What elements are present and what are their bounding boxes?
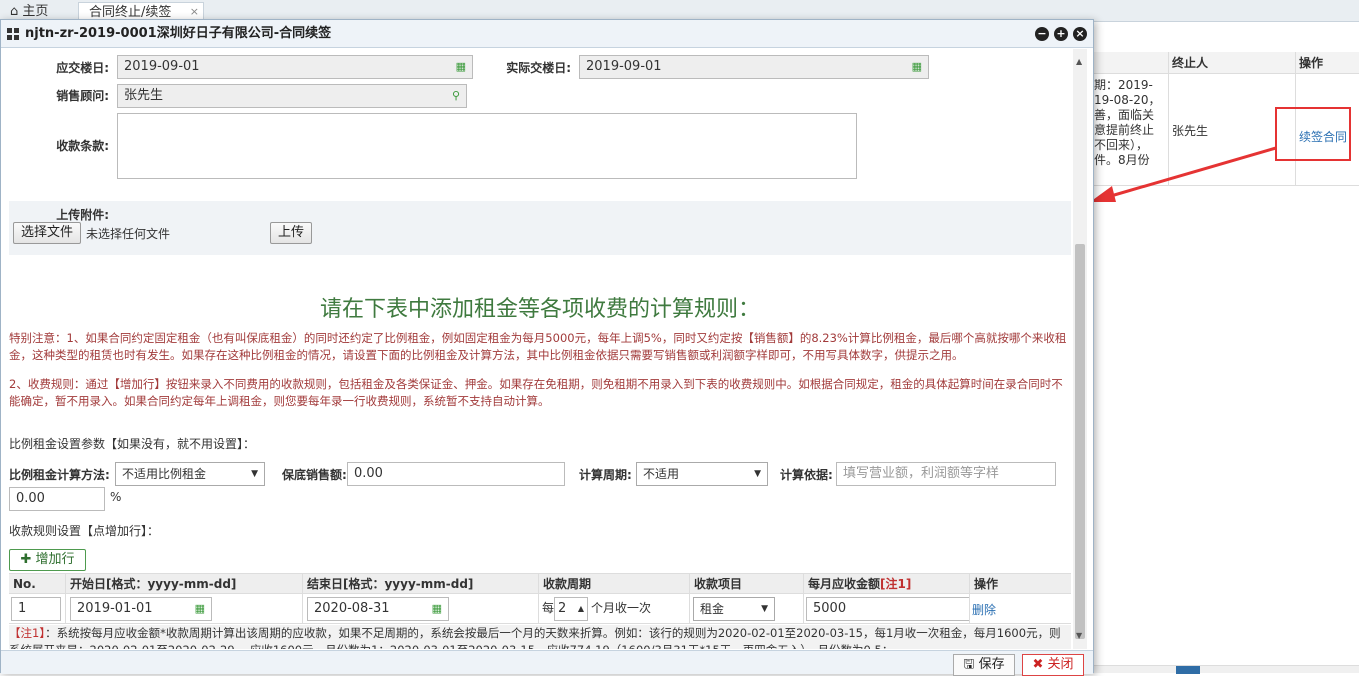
save-icon: 🖫	[963, 657, 979, 672]
calendar-icon[interactable]: ▦	[456, 56, 466, 78]
calc-basis-input[interactable]: 填写营业额，利润额等字样	[836, 462, 1056, 486]
rules-heading: 请在下表中添加租金等各项收费的计算规则：	[319, 297, 760, 322]
highlight-box	[1275, 107, 1351, 161]
due-handover-date-input[interactable]: 2019-09-01 ▦	[117, 55, 473, 79]
upload-button[interactable]: 上传	[270, 222, 312, 244]
header-cycle: 收款周期	[538, 574, 591, 595]
header-amount: 每月应收金额[注1]	[803, 574, 911, 595]
column-terminator: 终止人	[1172, 56, 1209, 70]
payment-terms-label: 收款条款:	[56, 139, 109, 153]
header-start-date: 开始日[格式：yyyy-mm-dd]	[65, 574, 236, 595]
close-icon[interactable]: ×	[1073, 27, 1087, 41]
table-row: 1 2019-01-01▦ 2020-08-31▦ 每 2▲ 个月收一次	[9, 594, 1071, 624]
scroll-down-icon[interactable]: ▼	[1076, 631, 1082, 640]
advisor-input[interactable]: 张先生 ⚲	[117, 84, 467, 108]
dialog-title: njtn-zr-2019-0001深圳好日子有限公司-合同续签	[25, 26, 332, 41]
cycle-months-stepper[interactable]: 2 ▲	[554, 597, 588, 621]
chevron-down-icon: ▼	[761, 604, 768, 614]
close-icon: ✖	[1032, 657, 1048, 672]
monthly-amount-input[interactable]: 5000	[806, 597, 970, 621]
scrollbar-thumb[interactable]	[1075, 244, 1085, 639]
minimize-icon[interactable]: −	[1035, 27, 1049, 41]
calc-period-label: 计算周期:	[579, 468, 632, 482]
rules-table-header: No. 开始日[格式：yyyy-mm-dd] 结束日[格式：yyyy-mm-dd…	[9, 573, 1071, 595]
calendar-icon[interactable]: ▦	[912, 56, 922, 78]
add-row-button[interactable]: ✚ 增加行	[9, 549, 86, 571]
header-action: 操作	[969, 574, 998, 595]
min-sales-label: 保底销售额:	[282, 468, 347, 482]
fee-item-select[interactable]: 租金 ▼	[693, 597, 775, 621]
header-no: No.	[13, 577, 36, 591]
calc-period-select[interactable]: 不适用 ▼	[636, 462, 768, 486]
calc-basis-label: 计算依据:	[780, 468, 833, 482]
note-2: 2、收费规则：通过【增加行】按钮来录入不同费用的收款规则，包括租金及各类保证金、…	[9, 377, 1063, 408]
calendar-icon[interactable]: ▦	[195, 598, 205, 620]
plus-icon: ✚	[20, 552, 36, 567]
chevron-down-icon: ▼	[251, 469, 258, 479]
header-item: 收款项目	[689, 574, 742, 595]
end-date-input[interactable]: 2020-08-31 ▦	[307, 597, 449, 621]
background-pagination	[1094, 665, 1359, 674]
upload-label: 上传附件:	[56, 208, 109, 222]
column-action: 操作	[1299, 56, 1324, 70]
note-1: 特别注意：1、如果合同约定固定租金（也有叫保底租金）的同时还约定了比例租金，例如…	[9, 331, 1067, 362]
choose-file-button[interactable]: 选择文件	[13, 222, 81, 244]
dialog-footer: 🖫 保存 ✖ 关闭	[1, 650, 1093, 676]
payment-terms-textarea[interactable]	[117, 113, 857, 179]
annotation-arrow	[1090, 146, 1277, 202]
dialog-content: 应交楼日: 2019-09-01 ▦ 实际交楼日: 2019-09-01 ▦ 销…	[9, 49, 1071, 649]
row-no-input[interactable]: 1	[11, 597, 61, 621]
advisor-label: 销售顾问:	[56, 89, 109, 103]
renew-contract-dialog: njtn-zr-2019-0001深圳好日子有限公司-合同续签 − + × 应交…	[0, 19, 1094, 676]
no-file-text: 未选择任何文件	[86, 227, 171, 241]
delete-row-link[interactable]: 删除	[972, 601, 996, 618]
header-end-date: 结束日[格式：yyyy-mm-dd]	[302, 574, 473, 595]
percent-unit: %	[110, 490, 122, 504]
upload-section: 上传附件: 选择文件 未选择任何文件 上传	[9, 201, 1071, 255]
search-icon[interactable]: ⚲	[452, 85, 460, 107]
dialog-title-bar[interactable]: njtn-zr-2019-0001深圳好日子有限公司-合同续签 − + ×	[1, 20, 1093, 48]
rules-section-title: 收款规则设置【点增加行】：	[9, 524, 160, 538]
stepper-arrow-icon[interactable]: ▲	[578, 598, 584, 620]
actual-handover-label: 实际交楼日:	[506, 61, 571, 75]
min-sales-input[interactable]: 0.00	[347, 462, 565, 486]
home-icon: ⌂	[10, 4, 23, 19]
chevron-down-icon: ▼	[754, 469, 761, 479]
maximize-icon[interactable]: +	[1054, 27, 1068, 41]
dialog-scrollbar[interactable]: ▲ ▼	[1073, 49, 1087, 649]
due-handover-label: 应交楼日:	[56, 61, 109, 75]
ratio-method-select[interactable]: 不适用比例租金 ▼	[115, 462, 265, 486]
grid-icon	[7, 28, 19, 40]
scroll-up-icon[interactable]: ▲	[1076, 57, 1082, 66]
calendar-icon[interactable]: ▦	[432, 598, 442, 620]
background-table-header: 终止人 操作	[1090, 52, 1359, 74]
ratio-percent-input[interactable]: 0.00	[9, 487, 105, 511]
ratio-method-label: 比例租金计算方法:	[9, 468, 110, 482]
terminator-cell: 张先生	[1172, 124, 1209, 138]
actual-handover-date-input[interactable]: 2019-09-01 ▦	[579, 55, 929, 79]
ratio-section-title: 比例租金设置参数【如果没有，就不用设置】：	[9, 437, 256, 451]
footnote: 【注1】：系统按每月应收金额*收款周期计算出该周期的应收款，如果不足周期的，系统…	[9, 626, 1061, 649]
start-date-input[interactable]: 2019-01-01 ▦	[70, 597, 212, 621]
